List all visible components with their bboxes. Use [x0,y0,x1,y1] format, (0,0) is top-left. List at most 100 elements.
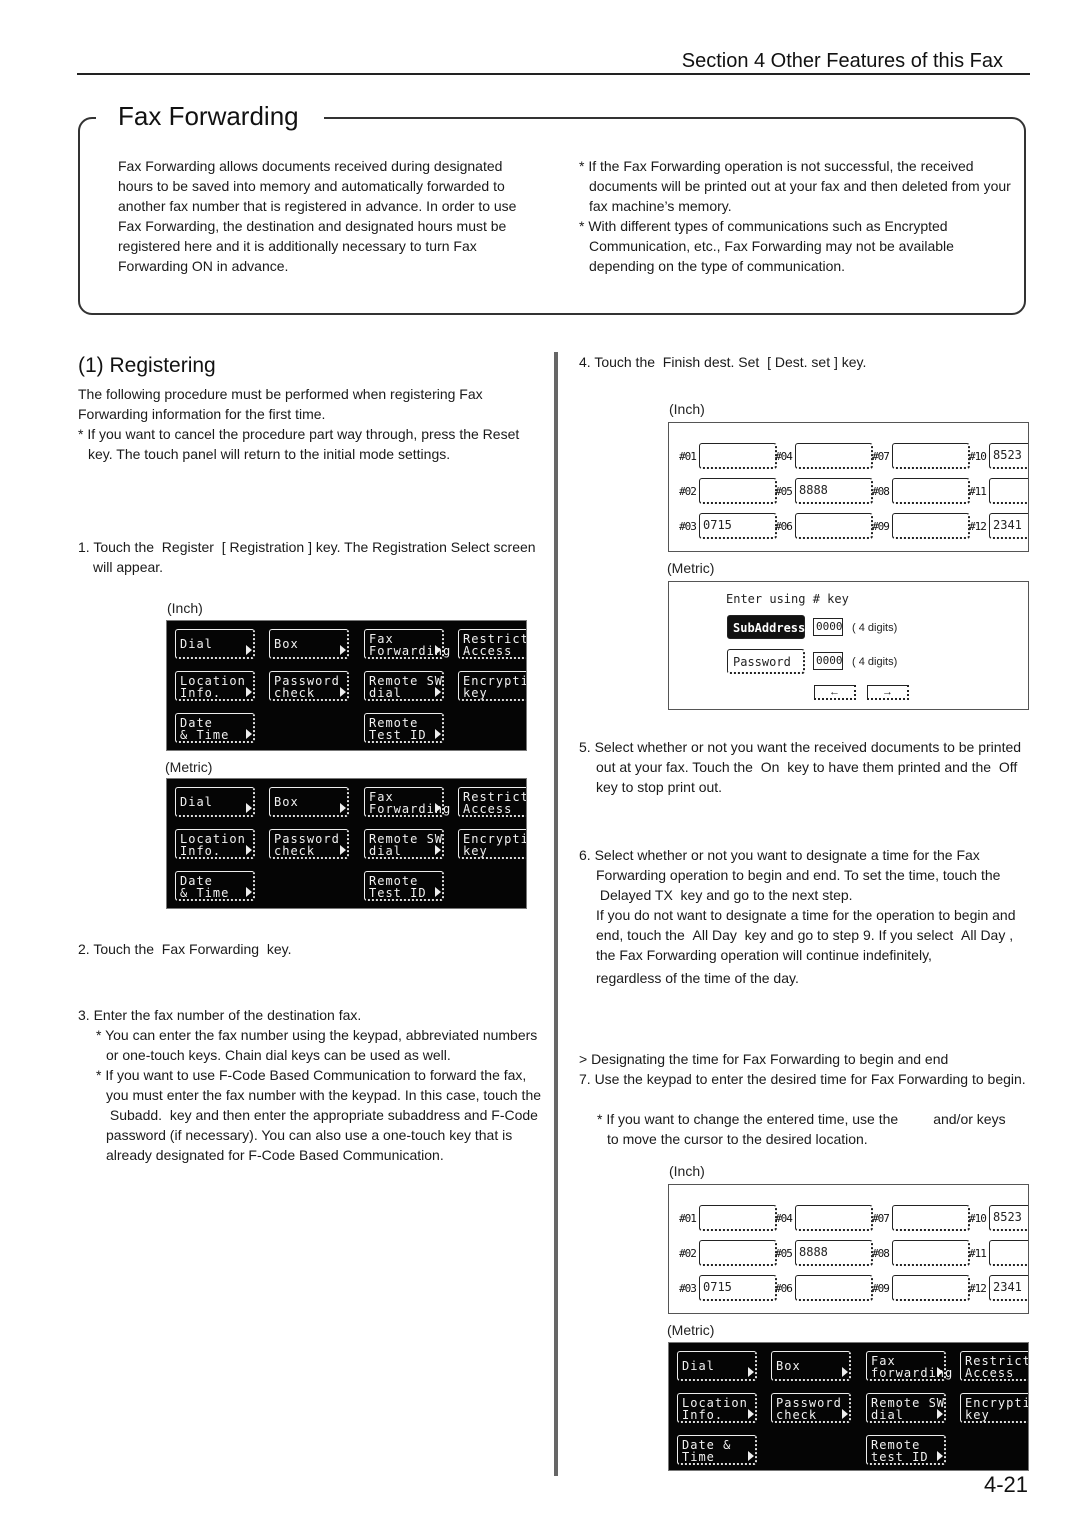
menu-key-label: Box [776,1359,801,1373]
step-5: 5. Select whether or not you want the re… [579,739,1022,795]
destination-slot[interactable] [892,443,970,469]
triangle-right-icon [748,1367,754,1377]
menu-key-box[interactable]: Box [771,1351,851,1381]
caption-inch-3: (Inch) [669,1163,705,1179]
menu-key-password-check[interactable]: Password check [269,671,349,701]
header-rule [77,73,1030,75]
menu-key-restricted-access[interactable]: Restricted Access [960,1351,1028,1381]
destination-slot[interactable]: 8523 [989,1205,1028,1231]
destination-slot[interactable] [699,1205,777,1231]
triangle-right-icon [340,687,346,697]
page-number: 4-21 [983,1472,1028,1497]
subaddress-field[interactable]: 0000 [813,618,843,636]
slot-label: #08 [872,1247,890,1260]
triangle-right-icon [435,729,441,739]
destination-slot[interactable]: 0715 [699,1275,777,1301]
destination-slot[interactable] [699,443,777,469]
menu-key-label: Restricted Access [463,632,526,658]
destination-slot[interactable]: 0715 [699,513,777,539]
step-1: 1. Touch the Register [ Registration ] k… [78,539,536,575]
subaddress-panel: Enter using # key SubAddress 0000 ( 4 di… [668,581,1029,710]
menu-key-password-check[interactable]: Password check [771,1393,851,1423]
slot-label: #08 [872,485,890,498]
menu-key-box[interactable]: Box [269,787,349,817]
menu-key-label: Remote Test ID [369,716,427,742]
destination-slot[interactable]: 2341 [989,513,1028,539]
destination-slot[interactable]: 8888 [795,1240,873,1266]
destination-slot[interactable] [795,1205,873,1231]
menu-key-label: Dial [682,1359,715,1373]
menu-key-dial[interactable]: Dial [175,787,255,817]
menu-key-location-info[interactable]: Location Info. [677,1393,757,1423]
menu-key-label: Location Info. [682,1396,748,1422]
section-heading-registering: (1) Registering [78,354,216,377]
menu-key-date-time[interactable]: Date & Time [677,1435,757,1465]
subaddress-key[interactable]: SubAddress [727,615,805,639]
slot-label: #09 [872,520,890,533]
slot-label: #02 [679,1247,697,1260]
menu-key-date-time[interactable]: Date & Time [175,871,255,901]
step-6-all-day: If you do not want to designate a time f… [596,907,1016,963]
triangle-right-icon [435,645,441,655]
menu-key-remote-sw-dial[interactable]: Remote SW dial [364,829,444,859]
step-7: 7. Use the keypad to enter the desired t… [579,1071,1026,1087]
destination-slot[interactable] [795,1275,873,1301]
password-field[interactable]: 0000 [813,652,843,670]
intro-note-1: * If the Fax Forwarding operation is not… [579,158,1011,214]
slot-label: #01 [679,1212,697,1225]
destination-slot[interactable] [892,1205,970,1231]
menu-key-dial[interactable]: Dial [677,1351,757,1381]
menu-key-encryption-key[interactable]: Encryption key [458,829,526,859]
left-arrow-button[interactable]: ← [814,685,856,700]
intro-note-2: * With different types of communications… [579,218,954,274]
menu-key-remote-test-id[interactable]: Remote test ID [866,1435,946,1465]
slot-label: #01 [679,450,697,463]
destination-slot[interactable] [892,1240,970,1266]
menu-key-dial[interactable]: Dial [175,629,255,659]
destination-slot[interactable] [795,443,873,469]
menu-key-remote-sw-dial[interactable]: Remote SW dial [866,1393,946,1423]
menu-key-restricted-access[interactable]: Restricted Access [458,787,526,817]
menu-key-fax-forwarding[interactable]: Fax Forwarding [364,629,450,659]
destination-slot[interactable] [699,478,777,504]
right-arrow-icon: → [882,686,893,698]
destination-slot[interactable] [795,513,873,539]
menu-key-label: Dial [180,637,213,651]
menu-key-remote-sw-dial[interactable]: Remote SW dial [364,671,444,701]
menu-key-location-info[interactable]: Location Info. [175,829,255,859]
destination-slot[interactable]: 8523 [989,443,1028,469]
slot-label: #04 [775,1212,793,1225]
destination-slot[interactable] [989,1240,1028,1266]
menu-key-password-check[interactable]: Password check [269,829,349,859]
destination-slot[interactable] [892,1275,970,1301]
triangle-right-icon [937,1451,943,1461]
destination-slot[interactable] [892,513,970,539]
step-3: 3. Enter the fax number of the destinati… [78,1007,362,1023]
destination-slot[interactable]: 8888 [795,478,873,504]
destination-slot[interactable] [892,478,970,504]
right-arrow-button[interactable]: → [867,685,909,700]
destination-slot[interactable] [699,1240,777,1266]
registration-menu-metric: Dial Box Fax Forwarding Restricted Access Lo… [166,778,527,909]
caption-metric-1: (Metric) [165,759,213,775]
slot-label: #09 [872,1282,890,1295]
menu-key-encryption-key[interactable]: Encryption key [458,671,526,701]
menu-key-location-info[interactable]: Location Info. [175,671,255,701]
page-title: Fax Forwarding [108,101,309,132]
destination-slot[interactable]: 2341 [989,1275,1028,1301]
menu-key-remote-test-id[interactable]: Remote Test ID [364,713,444,743]
menu-key-label: Remote SW dial [369,674,444,700]
menu-key-label: Location Info. [180,832,246,858]
slot-label: #03 [679,1282,697,1295]
slot-label: #07 [872,1212,890,1225]
destination-slot[interactable] [989,478,1028,504]
password-key[interactable]: Password [727,649,805,674]
menu-key-restricted-access[interactable]: Restricted Access [458,629,526,659]
triangle-right-icon [748,1409,754,1419]
menu-key-fax-forwarding[interactable]: Fax forwarding [866,1351,952,1381]
menu-key-encryption-key[interactable]: Encryption key [960,1393,1028,1423]
menu-key-date-time[interactable]: Date & Time [175,713,255,743]
menu-key-remote-test-id[interactable]: Remote Test ID [364,871,444,901]
menu-key-box[interactable]: Box [269,629,349,659]
menu-key-fax-forwarding[interactable]: Fax Forwarding [364,787,450,817]
